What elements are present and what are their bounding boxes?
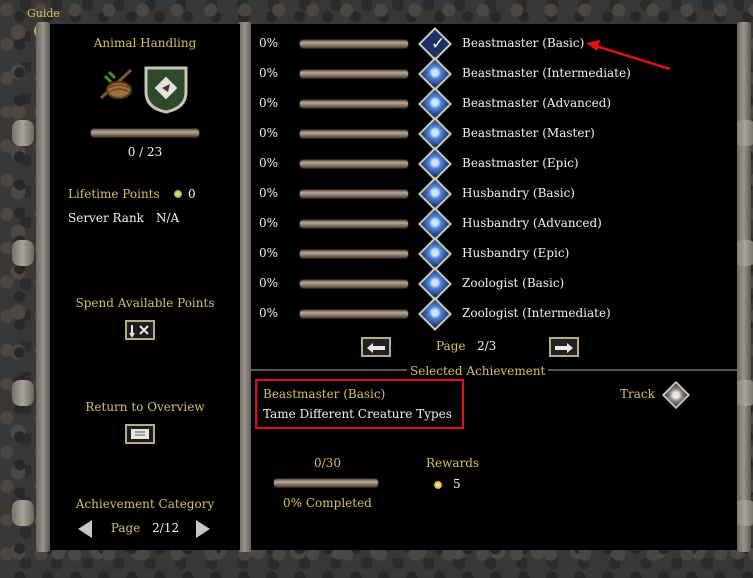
selected-achievement-name: Beastmaster (Basic): [263, 387, 386, 401]
selected-achievement-description: Tame Different Creature Types: [263, 407, 452, 421]
achievement-progress-count: 0/30: [314, 456, 341, 470]
scroll-icon: [131, 429, 149, 439]
guide-label: Guide: [27, 7, 60, 20]
achievement-row[interactable]: 0% Husbandry (Advanced): [251, 207, 737, 241]
achievement-gem-icon: [418, 147, 452, 181]
achievement-percent: 0%: [259, 186, 279, 200]
achievement-gem-icon: [418, 297, 452, 331]
selected-achievement-title: Selected Achievement: [407, 364, 549, 378]
achievement-gem-icon: [418, 177, 452, 211]
achievement-gem-icon: [418, 207, 452, 241]
spend-points-label: Spend Available Points: [75, 296, 215, 310]
lifetime-points-value: 0: [188, 187, 196, 201]
server-rank-value: N/A: [156, 211, 180, 225]
achievement-name: Husbandry (Epic): [462, 246, 570, 260]
rewards-value: 5: [453, 477, 461, 491]
frame-middle-post: [238, 22, 252, 552]
achievement-gem-icon: [418, 267, 452, 301]
achievement-percent: 0%: [259, 126, 279, 140]
achievement-name: Zoologist (Intermediate): [462, 306, 611, 320]
achievement-row[interactable]: 0% Beastmaster (Epic): [251, 147, 737, 181]
achievement-name: Husbandry (Advanced): [462, 216, 602, 230]
achievement-progress-bar: [299, 159, 409, 169]
next-arrow-icon: [555, 343, 573, 353]
achievement-category-label: Achievement Category: [75, 497, 215, 511]
achievement-gem-icon: [418, 117, 452, 151]
frame-bump: [12, 380, 34, 406]
achievement-name: Beastmaster (Master): [462, 126, 595, 140]
achievement-row[interactable]: 0% Beastmaster (Advanced): [251, 87, 737, 121]
category-page-value: 2/12: [152, 521, 180, 535]
frame-bump: [12, 500, 34, 526]
achievement-name: Beastmaster (Intermediate): [462, 66, 631, 80]
server-rank-label: Server Rank: [68, 211, 144, 225]
achievement-name: Husbandry (Basic): [462, 186, 575, 200]
achievement-progress-bar: [299, 279, 409, 289]
spend-points-button[interactable]: [125, 320, 155, 340]
achievement-gem-icon: [418, 237, 452, 271]
achievement-percent: 0%: [259, 66, 279, 80]
prev-arrow-icon: [367, 343, 385, 353]
frame-left-post: [36, 22, 50, 552]
achievement-row[interactable]: 0% Beastmaster (Master): [251, 117, 737, 151]
achievement-progress-bar: [273, 478, 379, 488]
points-icon: [174, 190, 182, 198]
achievement-progress-bar: [299, 99, 409, 109]
achievement-progress-bar: [299, 249, 409, 259]
lifetime-points-label: Lifetime Points: [68, 187, 160, 201]
skill-progress-count: 0 / 23: [127, 145, 163, 159]
achievement-progress-bar: [299, 309, 409, 319]
coin-icon: [434, 481, 442, 489]
achievement-row[interactable]: 0% Husbandry (Basic): [251, 177, 737, 211]
achievement-row[interactable]: 0% Husbandry (Epic): [251, 237, 737, 271]
achievement-percent: 0%: [259, 96, 279, 110]
frame-bump: [12, 240, 34, 266]
achievement-gem-icon: [418, 57, 452, 91]
achievement-progress-bar: [299, 129, 409, 139]
return-overview-label: Return to Overview: [85, 400, 205, 414]
spend-points-icon: [129, 325, 149, 338]
category-page-indicator: Page 2/12: [50, 521, 240, 535]
achievement-percent: 0%: [259, 246, 279, 260]
return-overview-button[interactable]: [125, 424, 155, 444]
achievement-progress-bar: [299, 69, 409, 79]
list-page-value: 2/3: [477, 339, 497, 353]
achievement-row[interactable]: 0% ✓ Beastmaster (Basic): [251, 27, 737, 61]
achievement-name: Beastmaster (Epic): [462, 156, 579, 170]
list-prev-page-button[interactable]: [361, 337, 391, 357]
achievement-progress-bar: [299, 189, 409, 199]
category-next-arrow-icon[interactable]: [196, 520, 210, 538]
skill-title: Animal Handling: [93, 36, 197, 50]
achievement-percent: 0%: [259, 276, 279, 290]
achievement-gem-icon: [418, 87, 452, 121]
achievement-percent: 0%: [259, 36, 279, 50]
skill-progress-bar: [90, 128, 200, 138]
achievement-percent: 0%: [259, 156, 279, 170]
skill-summary-panel: Animal Handling 0 / 23 Lifetime Points 0…: [50, 24, 240, 550]
achievement-row[interactable]: 0% Beastmaster (Intermediate): [251, 57, 737, 91]
achievement-completed-label: 0% Completed: [283, 496, 372, 510]
achievement-progress-bar: [299, 39, 409, 49]
skill-shield-icon: [144, 66, 188, 114]
achievement-name: Zoologist (Basic): [462, 276, 565, 290]
rewards-label: Rewards: [426, 456, 480, 470]
category-page-label: Page: [110, 521, 141, 535]
achievement-name: Beastmaster (Basic): [462, 36, 585, 50]
rope-basket-icon: [99, 68, 133, 100]
track-label: Track: [620, 387, 655, 401]
checkmark-icon: ✓: [431, 34, 446, 54]
list-next-page-button[interactable]: [549, 337, 579, 357]
achievement-list-panel: 0% ✓ Beastmaster (Basic) 0% Beastmaster (Int…: [251, 24, 737, 550]
achievement-row[interactable]: 0% Zoologist (Intermediate): [251, 297, 737, 331]
achievement-percent: 0%: [259, 306, 279, 320]
frame-bump: [12, 120, 34, 146]
frame-right-post: [737, 22, 751, 552]
list-page-label: Page: [436, 339, 466, 353]
achievement-progress-bar: [299, 219, 409, 229]
achievement-name: Beastmaster (Advanced): [462, 96, 612, 110]
achievement-percent: 0%: [259, 216, 279, 230]
achievement-row[interactable]: 0% Zoologist (Basic): [251, 267, 737, 301]
track-button[interactable]: [661, 380, 691, 410]
